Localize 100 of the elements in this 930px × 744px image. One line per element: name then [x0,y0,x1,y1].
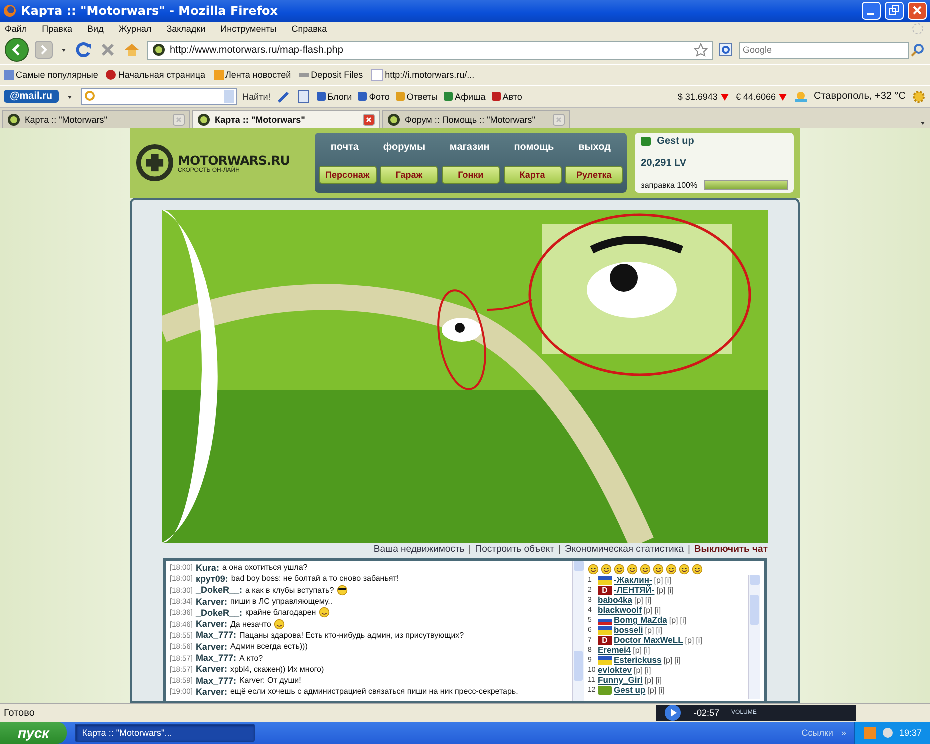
user-action-link[interactable]: [p] [664,656,673,664]
nav-link[interactable]: форумы [383,142,426,153]
smiley-icon[interactable] [588,564,599,574]
tab-close-icon[interactable] [363,114,375,126]
user-action-link[interactable]: [i] [658,686,665,694]
reload-icon[interactable] [75,41,93,59]
taskbar-task[interactable]: Карта :: "Motorwars"... [75,724,256,742]
user-action-link[interactable]: [p] [644,606,653,614]
user-action-link[interactable]: [i] [674,656,681,664]
links-toolbar-label[interactable]: Ссылки [802,728,834,738]
nav-button[interactable]: Гараж [380,166,438,184]
nav-link[interactable]: почта [330,142,359,153]
menu-item[interactable]: Справка [292,24,328,34]
user-link[interactable]: -ЛЕНТЯЙ- [614,585,655,595]
message-nick[interactable]: Max_777: [196,676,236,686]
user-action-link[interactable]: [i] [654,606,662,614]
smiley-icon[interactable] [601,564,612,574]
user-link[interactable]: Funny_Girl [598,675,643,685]
message-nick[interactable]: Max_777: [196,653,236,664]
toolbar-link[interactable]: Афиша [444,92,486,102]
back-button[interactable] [5,38,29,62]
nav-link[interactable]: выход [578,142,611,153]
search-field[interactable]: Google [739,42,909,58]
smiley-icon[interactable] [627,564,638,574]
menu-item[interactable]: Инструменты [220,24,277,34]
aerial-map-drawing[interactable] [162,210,768,543]
message-nick[interactable]: Karver: [196,686,228,697]
mail-logo[interactable]: @mail.ru [4,90,59,103]
browser-tab[interactable]: Карта :: "Motorwars" [192,110,380,128]
toolbar-link[interactable]: Авто [492,92,522,102]
user-action-link[interactable]: [i] [668,586,674,594]
bookmark-item[interactable]: http://i.motorwars.ru/... [371,69,475,81]
toolbar-link[interactable]: Фото [358,92,390,102]
user-action-link[interactable]: [p] [669,616,678,624]
user-link[interactable]: blackwoolf [598,605,642,615]
start-button[interactable]: пуск [0,722,68,744]
nav-button[interactable]: Карта [504,166,562,184]
map-link[interactable]: Ваша недвижимость [374,544,465,555]
user-action-link[interactable]: [p] [656,586,666,594]
nav-button[interactable]: Персонаж [318,166,377,184]
user-action-link[interactable]: [p] [645,626,654,634]
user-link[interactable]: Doctor MaxWeLL [614,635,684,645]
search-icon[interactable] [911,43,925,57]
menu-item[interactable]: Закладки [166,24,206,34]
user-link[interactable]: -Жаклин- [614,575,652,585]
nav-button[interactable]: Гонки [442,166,500,184]
chat-scrollbar[interactable] [572,561,584,701]
pencil-icon[interactable] [276,90,291,104]
smiley-icon[interactable] [653,564,664,574]
user-link[interactable]: babo4ka [598,595,632,605]
user-action-link[interactable]: [i] [656,626,662,634]
toolbar-chevron[interactable]: » [841,728,846,738]
menu-item[interactable]: Файл [5,24,28,34]
map-link[interactable]: Выключить чат [694,544,768,555]
user-action-link[interactable]: [i] [644,646,650,654]
smiley-icon[interactable] [666,564,677,574]
map-link[interactable]: Экономическая статистика [565,544,684,555]
user-action-link[interactable]: [p] [644,676,654,684]
search-engine-icon[interactable] [719,43,733,57]
bookmark-item[interactable]: Лента новостей [214,70,292,80]
close-button[interactable] [908,2,927,20]
bookmark-item[interactable]: Самые популярные [4,70,98,80]
user-link[interactable]: Eremei4 [598,645,632,655]
user-action-link[interactable]: [i] [680,616,687,624]
smiley-icon[interactable] [679,564,690,574]
message-nick[interactable]: крут09: [196,574,228,584]
user-link[interactable]: Esterickuss [614,655,662,665]
user-link[interactable]: evloktev [598,665,632,675]
user-action-link[interactable]: [p] [634,666,643,674]
user-action-link[interactable]: [p] [633,646,642,654]
restore-button[interactable] [885,2,904,20]
user-action-link[interactable]: [p] [654,576,664,584]
minimize-button[interactable] [862,2,881,20]
user-action-link[interactable]: [p] [648,686,657,694]
user-action-link[interactable]: [i] [665,576,672,584]
document-icon[interactable] [296,90,311,104]
toolbar-link[interactable]: Блоги [316,92,352,102]
user-action-link[interactable]: [i] [645,596,652,604]
tray-app-icon[interactable] [881,726,896,740]
message-nick[interactable]: Karver: [196,619,228,630]
user-name[interactable]: Gest up [657,136,694,147]
message-nick[interactable]: Kura: [196,562,220,573]
map-link[interactable]: Построить объект [475,544,555,555]
message-nick[interactable]: _DokeR__: [196,608,242,618]
site-logo-text[interactable]: MOTORWARS.RU [178,152,290,168]
user-link[interactable]: bosseli [614,625,644,635]
smiley-icon[interactable] [692,564,703,574]
user-action-link[interactable]: [p] [685,636,694,644]
bookmark-item[interactable]: Deposit Files [299,70,364,80]
message-nick[interactable]: Karver: [196,596,228,607]
message-nick[interactable]: Max_777: [196,630,236,640]
browser-tab[interactable]: Карта :: "Motorwars" [2,110,190,128]
user-link[interactable]: Bomg MaZda [614,615,668,625]
menu-item[interactable]: Журнал [118,24,152,34]
browser-tab[interactable]: Форум :: Помощь :: "Motorwars" [382,110,570,128]
user-list-scrollbar[interactable] [748,575,760,699]
play-button-icon[interactable] [664,704,682,722]
nav-button[interactable]: Рулетка [565,166,624,184]
user-link[interactable]: Gest up [614,685,646,695]
nav-link[interactable]: магазин [450,142,490,153]
